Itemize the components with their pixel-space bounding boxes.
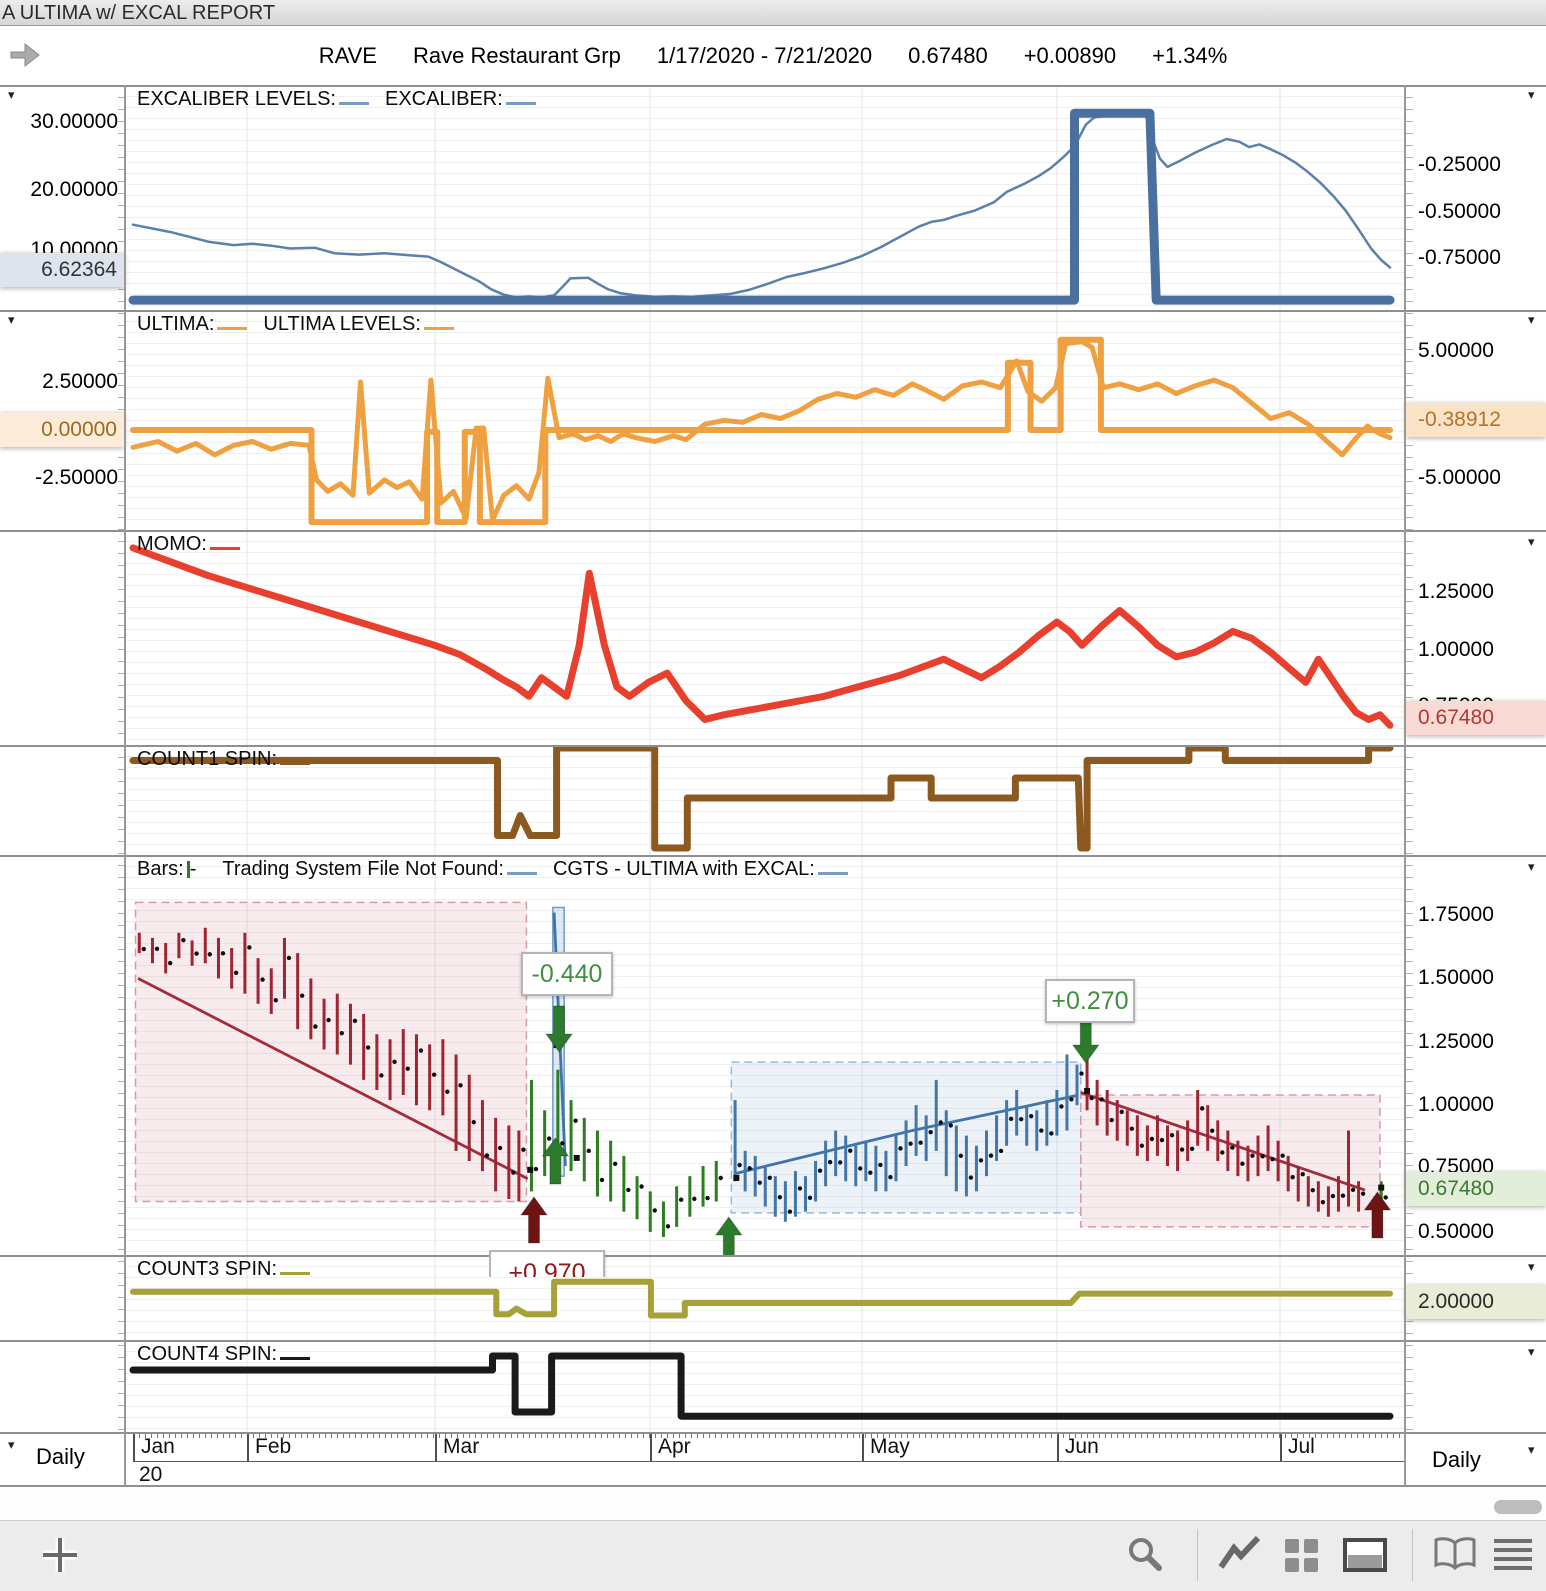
date-axis-line [133,1461,1405,1462]
panel-separator [0,530,1546,532]
panel-separator [0,745,1546,747]
panel-label-count4[interactable]: COUNT4 SPIN: [137,1343,326,1366]
axis-tick-label: 0.50000 [1418,1220,1494,1243]
panel-menu-caret[interactable]: ▾ [1528,1260,1535,1273]
add-annotation-icon[interactable] [40,1535,80,1575]
panel-menu-caret[interactable]: ▾ [1528,1345,1535,1358]
axis-tick-label: 1.00000 [1418,1093,1494,1116]
toolbar-divider [1412,1529,1413,1581]
left-gutter-border [124,85,126,1485]
bottom-gap [0,1486,1546,1520]
panel-separator [0,855,1546,857]
axis-tick-label: 1.50000 [1418,966,1494,989]
axis-tick-label: 20.00000 [30,178,118,201]
month-label-apr: Apr [650,1434,862,1461]
panel-separator [0,1255,1546,1257]
panel-menu-caret[interactable]: ▾ [1528,535,1535,548]
panel-label-bars[interactable]: Bars: - Trading System File Not Found: CGTS… [137,858,864,881]
annotation-clip: +0.970 [489,1250,607,1277]
axis-value-badge: 0.67480 [1406,1172,1546,1206]
timeframe-left[interactable]: Daily [36,1444,85,1470]
timeframe-right[interactable]: Daily [1432,1447,1481,1473]
month-label-mar: Mar [435,1434,650,1461]
axis-tick-label: 30.00000 [30,110,118,133]
panel-menu-caret[interactable]: ▾ [8,313,15,326]
axis-tick-label: 1.75000 [1418,903,1494,926]
month-label-jun: Jun [1056,1434,1280,1461]
panel-menu-caret[interactable]: ▾ [8,88,15,101]
signal-label[interactable]: +0.270 [1045,979,1135,1023]
panel-separator [0,85,1546,87]
axis-tick-label: 1.25000 [1418,580,1494,603]
axis-value-badge: 0.00000 [0,413,124,447]
watchlist-book-icon[interactable] [1432,1535,1478,1575]
axis-tick-label: -2.50000 [35,466,118,489]
panel-separator [0,1340,1546,1342]
panel-menu-caret[interactable]: ▾ [1528,860,1535,873]
panel-menu-caret[interactable]: ▾ [1528,1443,1535,1456]
panel-label-excal[interactable]: EXCALIBER LEVELS: EXCALIBER: [137,88,552,111]
panel-separator [0,1485,1546,1487]
panel-menu-caret[interactable]: ▾ [8,1438,15,1451]
zoom-search-icon[interactable] [1125,1535,1165,1575]
signal-label[interactable]: +0.970 [489,1250,605,1277]
axis-value-badge: 0.67480 [1406,701,1546,735]
month-label-may: May [862,1434,1057,1461]
signal-label[interactable]: -0.440 [521,952,613,996]
axis-tick-label: 2.50000 [42,370,118,393]
bottom-toolbar [0,1520,1546,1591]
axis-tick-label: 1.25000 [1418,1030,1494,1053]
axis-tick-label: 1.00000 [1418,638,1494,661]
layout-grid-icon[interactable] [1282,1535,1322,1575]
axis-value-badge: -0.38912 [1406,403,1546,437]
panel-menu-caret[interactable]: ▾ [1528,313,1535,326]
month-label-jan: Jan [133,1434,247,1461]
axis-tick-label: -0.25000 [1418,153,1501,176]
month-label-feb: Feb [247,1434,435,1461]
axis-value-badge: 6.62364 [0,253,124,287]
axis-value-badge: 2.00000 [1406,1285,1546,1319]
month-label-jul: Jul [1280,1434,1405,1461]
panel-menu-caret[interactable]: ▾ [1528,88,1535,101]
panel-label-count3[interactable]: COUNT3 SPIN: [137,1258,326,1281]
panel-separator [0,310,1546,312]
toolbar-divider [1197,1529,1198,1581]
year-label: 20 [139,1463,163,1486]
panel-layout-icon[interactable] [1342,1535,1390,1575]
horizontal-scrollbar[interactable] [1494,1500,1542,1514]
axis-tick-label: -0.75000 [1418,246,1501,269]
panel-separator [0,1432,1546,1434]
menu-list-icon[interactable] [1492,1535,1534,1575]
panel-label-momo[interactable]: MOMO: [137,533,256,556]
axis-tick-label: -0.50000 [1418,200,1501,223]
right-axis-ticks [1406,85,1413,1432]
panel-label-count1[interactable]: COUNT1 SPIN: [137,748,326,771]
axis-tick-label: 5.00000 [1418,339,1494,362]
panel-label-ultima[interactable]: ULTIMA: ULTIMA LEVELS: [137,313,470,336]
axis-tick-label: -5.00000 [1418,466,1501,489]
snapshot-chart-icon[interactable] [1218,1535,1262,1575]
right-gutter-border [1404,85,1406,1485]
